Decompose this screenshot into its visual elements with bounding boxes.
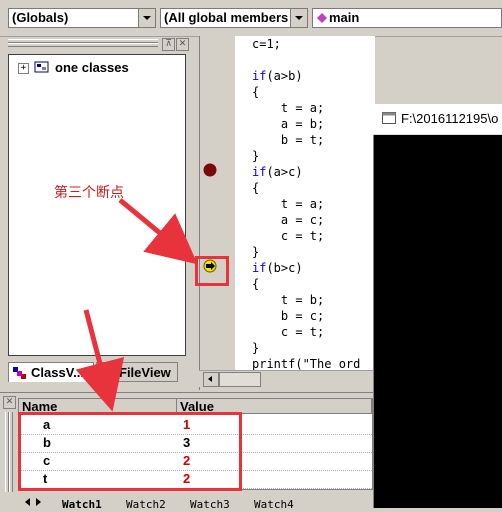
annotation-arrow bbox=[118, 198, 198, 265]
annotation-arrow bbox=[75, 309, 125, 412]
annotation-arrows bbox=[75, 198, 198, 412]
